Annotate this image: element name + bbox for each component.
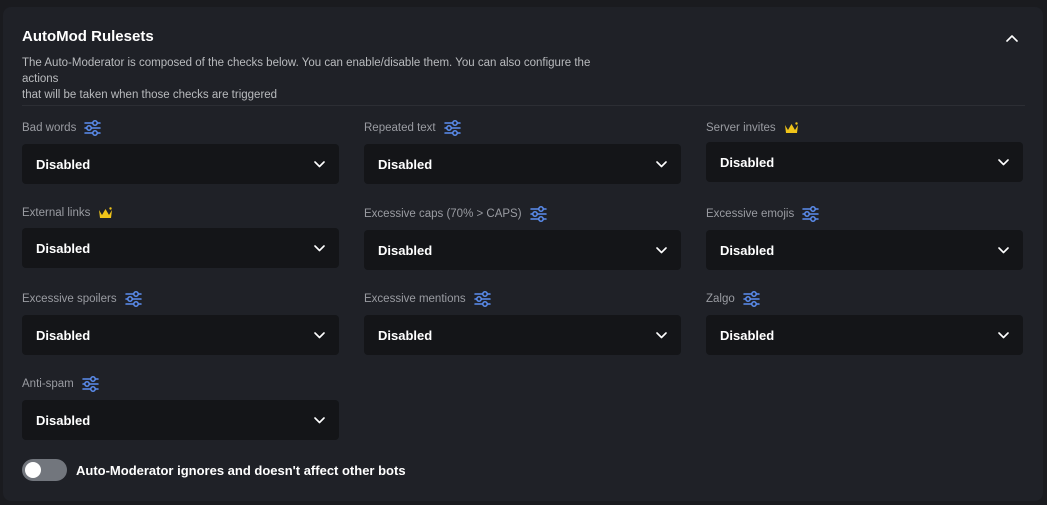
section-title: AutoMod Rulesets	[22, 28, 154, 45]
rule-select[interactable]: Disabled	[364, 230, 681, 270]
rule-select[interactable]: Disabled	[706, 230, 1023, 270]
rule-label: Excessive emojis	[706, 208, 795, 220]
rule-label: Excessive mentions	[364, 293, 466, 305]
rule-zalgo: Zalgo Disabled	[706, 290, 1023, 355]
rule-label: Bad words	[22, 122, 77, 134]
toggle-knob	[25, 462, 41, 478]
section-description: The Auto-Moderator is composed of the ch…	[22, 55, 622, 103]
ignore-bots-setting: Auto-Moderator ignores and doesn't affec…	[22, 459, 406, 481]
divider	[22, 105, 1025, 106]
rule-select[interactable]: Disabled	[364, 144, 681, 184]
rule-select[interactable]: Disabled	[22, 315, 339, 355]
select-value: Disabled	[378, 156, 433, 172]
settings-sliders-icon[interactable]	[82, 376, 99, 392]
rule-label: Anti-spam	[22, 378, 74, 390]
description-line-1: The Auto-Moderator is composed of the ch…	[22, 57, 591, 85]
chevron-down-icon	[656, 241, 667, 259]
settings-sliders-icon[interactable]	[802, 206, 819, 222]
select-value: Disabled	[720, 327, 775, 343]
rule-label: Excessive spoilers	[22, 293, 117, 305]
rule-select[interactable]: Disabled	[364, 315, 681, 355]
rule-excessive-emojis: Excessive emojis Disabled	[706, 205, 1023, 270]
settings-sliders-icon[interactable]	[443, 120, 461, 136]
rule-label: Excessive caps (70% > CAPS)	[364, 208, 522, 220]
chevron-down-icon	[998, 241, 1009, 259]
rule-label: Zalgo	[706, 293, 735, 305]
settings-sliders-icon[interactable]	[84, 120, 102, 136]
rule-select[interactable]: Disabled	[706, 142, 1023, 182]
description-line-2: that will be taken when those checks are…	[22, 89, 278, 101]
premium-crown-icon	[784, 122, 799, 134]
rule-repeated-text: Repeated text Disabled	[364, 119, 681, 184]
select-value: Disabled	[36, 240, 91, 256]
chevron-down-icon	[314, 155, 325, 173]
rule-select[interactable]: Disabled	[22, 144, 339, 184]
settings-sliders-icon[interactable]	[743, 291, 760, 307]
rule-bad-words: Bad words Disabled	[22, 119, 339, 184]
ignore-bots-toggle[interactable]	[22, 459, 67, 481]
chevron-down-icon	[998, 153, 1009, 171]
settings-sliders-icon[interactable]	[529, 206, 547, 222]
chevron-down-icon	[314, 411, 325, 429]
rule-excessive-spoilers: Excessive spoilers Disabled	[22, 290, 339, 355]
ignore-bots-label: Auto-Moderator ignores and doesn't affec…	[76, 462, 406, 478]
rule-excessive-mentions: Excessive mentions Disabled	[364, 290, 681, 355]
rule-external-links: External links Disabled	[22, 204, 339, 268]
chevron-down-icon	[998, 326, 1009, 344]
rule-anti-spam: Anti-spam Disabled	[22, 375, 339, 440]
rule-select[interactable]: Disabled	[22, 228, 339, 268]
chevron-down-icon	[656, 155, 667, 173]
select-value: Disabled	[36, 327, 91, 343]
rule-select[interactable]: Disabled	[706, 315, 1023, 355]
select-value: Disabled	[36, 156, 91, 172]
select-value: Disabled	[720, 154, 775, 170]
chevron-down-icon	[314, 239, 325, 257]
settings-sliders-icon[interactable]	[124, 291, 142, 307]
select-value: Disabled	[720, 242, 775, 258]
automod-panel: AutoMod Rulesets The Auto-Moderator is c…	[3, 7, 1043, 501]
select-value: Disabled	[378, 242, 433, 258]
select-value: Disabled	[378, 327, 433, 343]
chevron-down-icon	[314, 326, 325, 344]
rule-excessive-caps: Excessive caps (70% > CAPS) Disabled	[364, 205, 681, 270]
select-value: Disabled	[36, 412, 91, 428]
rule-label: External links	[22, 207, 91, 219]
premium-crown-icon	[98, 207, 113, 219]
collapse-button[interactable]	[1003, 29, 1021, 47]
chevron-down-icon	[656, 326, 667, 344]
rule-server-invites: Server invites Disabled	[706, 119, 1023, 182]
rule-label: Repeated text	[364, 122, 436, 134]
rule-select[interactable]: Disabled	[22, 400, 339, 440]
settings-sliders-icon[interactable]	[473, 291, 491, 307]
chevron-up-icon	[1006, 35, 1018, 42]
rule-label: Server invites	[706, 122, 776, 134]
